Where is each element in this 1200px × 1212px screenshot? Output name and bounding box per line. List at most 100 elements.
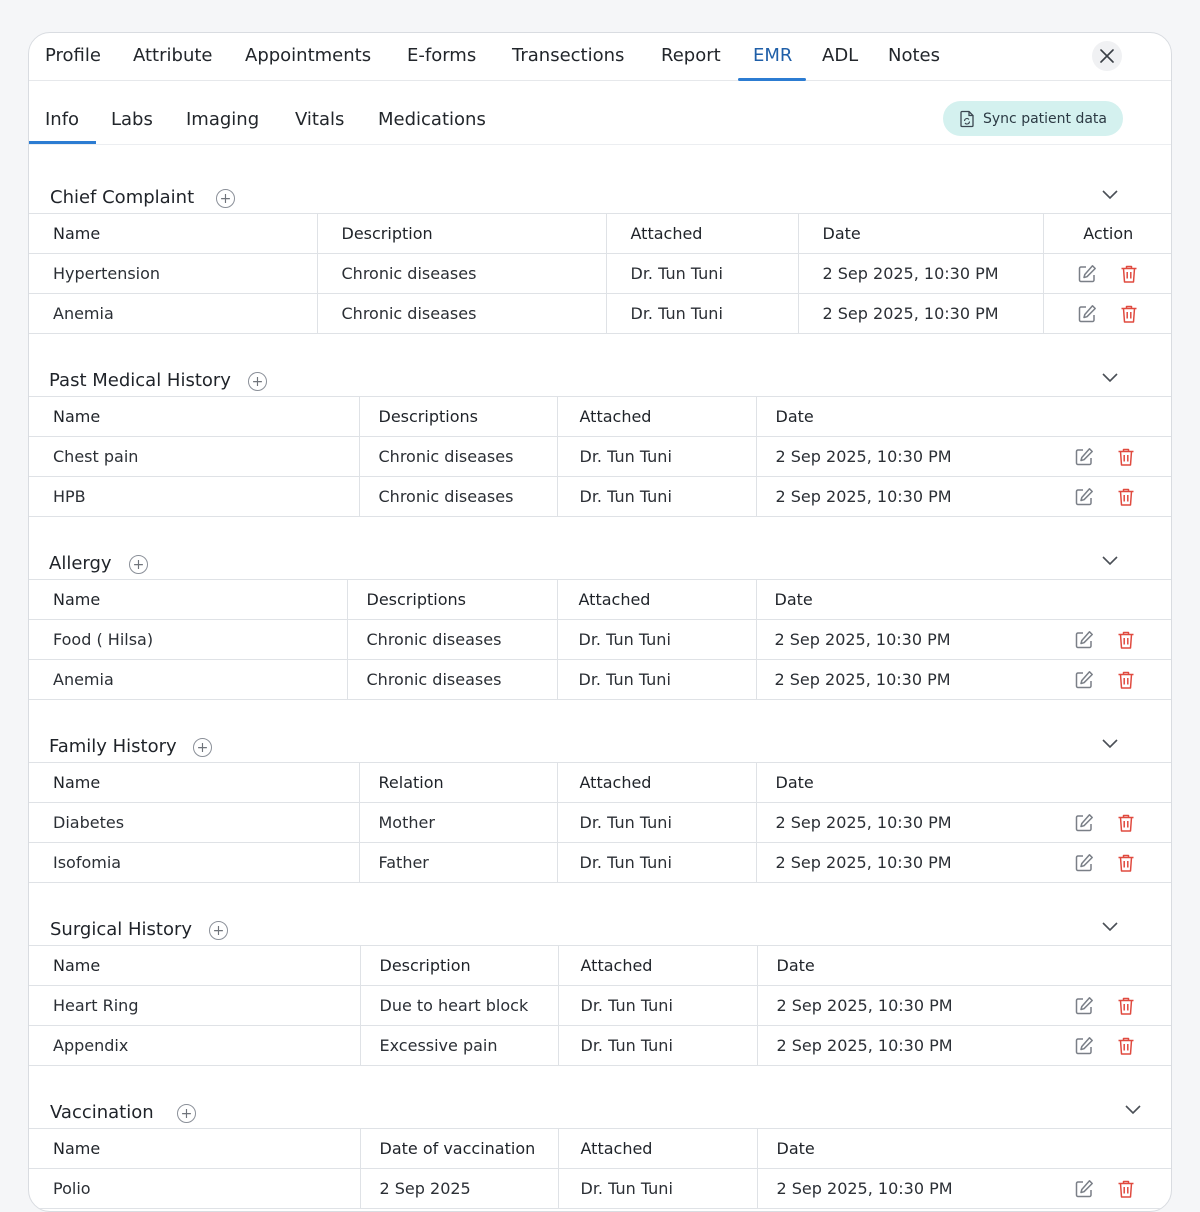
subtab-labs[interactable]: Labs	[111, 109, 153, 130]
chevron-down-icon[interactable]	[1124, 1102, 1142, 1116]
sync-patient-data-button[interactable]: Sync patient data	[943, 101, 1123, 136]
chevron-down-icon[interactable]	[1101, 187, 1119, 201]
tab-e-forms[interactable]: E-forms	[407, 45, 476, 66]
cell: 2 Sep 2025, 10:30 PM	[755, 436, 1036, 477]
column-header: Date	[755, 396, 1036, 437]
action-cell	[1036, 619, 1171, 660]
add-icon[interactable]: +	[248, 372, 267, 391]
column-header: Date	[756, 945, 1036, 986]
action-cell	[1036, 1168, 1171, 1209]
trash-icon[interactable]	[1115, 1035, 1137, 1057]
cell: 2 Sep 2025, 10:30 PM	[755, 619, 1036, 660]
tab-transections[interactable]: Transections	[512, 45, 624, 66]
close-button[interactable]	[1092, 41, 1122, 71]
table-header-row: Name Description Attached Date	[29, 945, 1171, 986]
edit-icon[interactable]	[1076, 303, 1098, 325]
chevron-down-icon[interactable]	[1101, 553, 1119, 567]
subtab-medications[interactable]: Medications	[378, 109, 486, 130]
column-header: Attached	[556, 579, 756, 620]
trash-icon[interactable]	[1115, 1178, 1137, 1200]
cell: Chest pain	[29, 436, 359, 477]
cell: 2 Sep 2025	[359, 1168, 558, 1209]
edit-icon[interactable]	[1073, 446, 1095, 468]
edit-icon[interactable]	[1073, 486, 1095, 508]
column-header: Descriptions	[346, 579, 557, 620]
allergy-table: Name Descriptions Attached Date Food ( H…	[29, 579, 1171, 700]
subtab-info[interactable]: Info	[45, 109, 79, 130]
edit-icon[interactable]	[1076, 263, 1098, 285]
cell: 2 Sep 2025, 10:30 PM	[755, 659, 1036, 700]
emr-panel: Profile Attribute Appointments E-forms T…	[28, 32, 1172, 1212]
edit-icon[interactable]	[1073, 995, 1095, 1017]
cell: 2 Sep 2025, 10:30 PM	[797, 293, 1043, 334]
edit-icon[interactable]	[1073, 1178, 1095, 1200]
trash-icon[interactable]	[1115, 486, 1137, 508]
cell: Dr. Tun Tuni	[605, 293, 798, 334]
add-icon[interactable]: +	[209, 921, 228, 940]
section-title: Vaccination	[50, 1102, 154, 1123]
section-title: Family History	[49, 736, 177, 757]
column-header: Description	[316, 213, 606, 254]
trash-icon[interactable]	[1118, 263, 1140, 285]
cell: Dr. Tun Tuni	[557, 1168, 757, 1209]
subtab-imaging[interactable]: Imaging	[186, 109, 259, 130]
tab-report[interactable]: Report	[661, 45, 721, 66]
cell: Chronic diseases	[316, 293, 606, 334]
trash-icon[interactable]	[1118, 303, 1140, 325]
chevron-down-icon[interactable]	[1101, 919, 1119, 933]
tab-adl[interactable]: ADL	[822, 45, 858, 66]
table-row: Chest pain Chronic diseases Dr. Tun Tuni…	[29, 436, 1171, 477]
add-icon[interactable]: +	[216, 189, 235, 208]
add-icon[interactable]: +	[193, 738, 212, 757]
column-header: Name	[29, 396, 359, 437]
column-header-empty	[1036, 396, 1171, 437]
cell: Father	[358, 842, 557, 883]
vaccination-table: Name Date of vaccination Attached Date P…	[29, 1128, 1171, 1209]
cell: Dr. Tun Tuni	[556, 842, 756, 883]
column-header: Relation	[358, 762, 557, 803]
table-header-row: Name Descriptions Attached Date	[29, 579, 1171, 620]
tab-appointments[interactable]: Appointments	[245, 45, 371, 66]
add-icon[interactable]: +	[129, 555, 148, 574]
edit-icon[interactable]	[1073, 669, 1095, 691]
table-row: Heart Ring Due to heart block Dr. Tun Tu…	[29, 985, 1171, 1026]
cell: 2 Sep 2025, 10:30 PM	[755, 476, 1036, 517]
cell: Isofomia	[29, 842, 359, 883]
action-cell	[1036, 802, 1171, 843]
trash-icon[interactable]	[1115, 669, 1137, 691]
cell: Chronic diseases	[358, 436, 557, 477]
edit-icon[interactable]	[1073, 629, 1095, 651]
column-header: Name	[29, 579, 347, 620]
table-row: Appendix Excessive pain Dr. Tun Tuni 2 S…	[29, 1025, 1171, 1066]
cell: 2 Sep 2025, 10:30 PM	[756, 1025, 1036, 1066]
trash-icon[interactable]	[1115, 446, 1137, 468]
cell: Mother	[358, 802, 557, 843]
past-medical-history-table: Name Descriptions Attached Date Chest pa…	[29, 396, 1171, 517]
edit-icon[interactable]	[1073, 1035, 1095, 1057]
cell: 2 Sep 2025, 10:30 PM	[797, 253, 1043, 294]
cell: Dr. Tun Tuni	[557, 1025, 757, 1066]
trash-icon[interactable]	[1115, 812, 1137, 834]
tab-attribute[interactable]: Attribute	[133, 45, 212, 66]
family-history-section: Family History + Name Relation Attached …	[29, 714, 1171, 883]
edit-icon[interactable]	[1073, 812, 1095, 834]
tab-emr[interactable]: EMR	[753, 45, 792, 66]
column-header: Name	[29, 762, 359, 803]
section-title: Past Medical History	[49, 370, 231, 391]
table-row: Isofomia Father Dr. Tun Tuni 2 Sep 2025,…	[29, 842, 1171, 883]
chevron-down-icon[interactable]	[1101, 736, 1119, 750]
tab-notes[interactable]: Notes	[888, 45, 940, 66]
trash-icon[interactable]	[1115, 852, 1137, 874]
trash-icon[interactable]	[1115, 995, 1137, 1017]
active-subtab-indicator	[29, 141, 96, 144]
chief-complaint-table: Name Description Attached Date Action Hy…	[29, 213, 1171, 334]
edit-icon[interactable]	[1073, 852, 1095, 874]
table-row: Food ( Hilsa) Chronic diseases Dr. Tun T…	[29, 619, 1171, 660]
add-icon[interactable]: +	[177, 1104, 196, 1123]
trash-icon[interactable]	[1115, 629, 1137, 651]
chevron-down-icon[interactable]	[1101, 370, 1119, 384]
subtab-vitals[interactable]: Vitals	[295, 109, 344, 130]
tab-profile[interactable]: Profile	[45, 45, 101, 66]
action-cell	[1042, 293, 1171, 334]
cell: Food ( Hilsa)	[29, 619, 347, 660]
